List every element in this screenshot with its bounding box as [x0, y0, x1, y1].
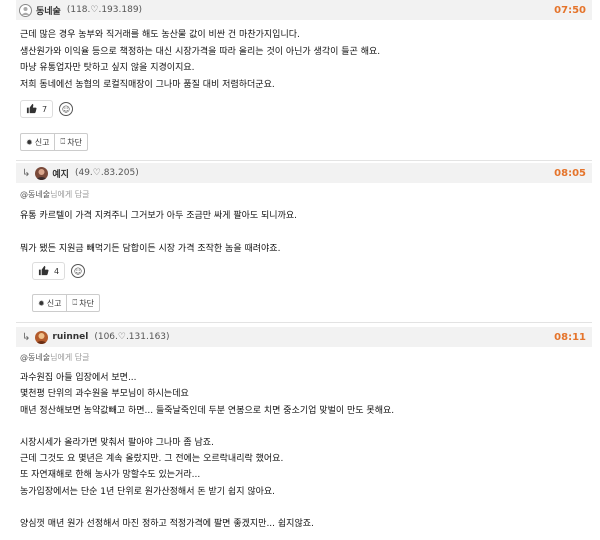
like-button[interactable]: 4: [32, 262, 66, 280]
comment-actions: ✹ 신고 ⍠ 차단: [32, 294, 100, 312]
reply-target-nick[interactable]: @동네술: [20, 353, 50, 362]
reply-target: @동네술님에게 답글: [20, 187, 590, 204]
block-button[interactable]: ⍠ 차단: [54, 134, 87, 150]
comment-header: ↳ 예지 (49.♡.83.205) 08:05: [16, 163, 592, 183]
comment-line: [20, 419, 590, 435]
like-button[interactable]: 7: [20, 100, 54, 118]
report-button[interactable]: ✹ 신고: [33, 295, 66, 311]
comment-actions: ✹ 신고 ⍠ 차단: [20, 133, 88, 151]
reply-target-suffix: 님에게 답글: [50, 190, 90, 199]
comment-header: 동네술 (118.♡.193.189) 07:50: [16, 0, 592, 20]
thumbs-up-icon: [38, 265, 49, 278]
comment-time: 08:11: [554, 331, 586, 343]
comment-line: 마냥 유통업자만 탓하고 싶지 않을 지경이지요.: [20, 63, 195, 73]
comment-line: [20, 224, 590, 241]
report-button[interactable]: ✹ 신고: [21, 134, 54, 150]
author-nickname[interactable]: ruinnel: [52, 332, 88, 342]
divider: [16, 322, 592, 323]
comment-line: 근데 그것도 요 몇년은 계속 올랐지만. 그 전에는 오르락내리락 했어요.: [20, 454, 284, 465]
reply-target: @동네술님에게 답글: [20, 350, 590, 366]
avatar[interactable]: [35, 166, 49, 180]
emoji-reaction-button[interactable]: ☺: [59, 102, 74, 116]
comment-line: 농가입장에서는 단순 1년 단위로 원가산정해서 돈 받기 쉽지 않아요.: [20, 486, 276, 497]
author-ip: (106.♡.131.163): [94, 332, 170, 342]
comment-header: ↳ ruinnel (106.♡.131.163) 08:11: [16, 327, 592, 347]
comment-body: @동네술님에게 답글 과수원집 아들 입장에서 보면... 몇천평 단위의 과수…: [20, 350, 590, 532]
reactions: 7 ☺: [20, 100, 74, 118]
avatar[interactable]: [19, 3, 32, 17]
like-count: 7: [42, 104, 48, 114]
like-count: 4: [54, 266, 60, 276]
reply-target-suffix: 님에게 답글: [50, 353, 90, 362]
author-ip: (118.♡.193.189): [66, 5, 143, 15]
comment-line: [20, 500, 590, 516]
comment-line: 몇천평 단위의 과수원을 부모님이 하시는데요: [20, 389, 189, 400]
user-avatar-icon: [35, 168, 49, 180]
thumbs-up-icon: [26, 103, 37, 116]
author-ip: (49.♡.83.205): [74, 168, 139, 178]
comment-line: 저희 동네에선 농협의 로컬직매장이 그나마 품질 대비 저렴하더군요.: [20, 79, 275, 90]
reactions: 4 ☺: [32, 262, 86, 280]
report-label: 신고: [34, 137, 50, 147]
comment-line: 또 자연재해로 한해 농사가 망할수도 있는거라...: [20, 470, 201, 481]
smiley-icon: ☺: [61, 104, 71, 114]
block-user-icon: ⍠: [72, 298, 78, 307]
reply-target-nick[interactable]: @동네술: [20, 190, 50, 199]
comment-line: 양심껏 매년 원가 선정해서 마진 정하고 적정가격에 팔면 좋겠지만... 쉽…: [20, 519, 314, 529]
comment-line: 시장시세가 올라가면 맞춰서 팔아야 그나마 좀 남죠.: [20, 438, 214, 448]
smiley-icon: ☺: [73, 266, 83, 276]
block-label: 차단: [79, 298, 94, 308]
user-avatar-icon: [35, 332, 49, 344]
block-button[interactable]: ⍠ 차단: [66, 295, 99, 311]
user-avatar-icon: [21, 6, 30, 15]
comment-line: 유통 카르텔이 가격 지켜주니 그거보가 아두 조금만 싸게 팔아도 되니까요.: [20, 210, 298, 221]
block-user-icon: ⍠: [60, 137, 66, 146]
divider: [16, 160, 592, 161]
comment-line: 근데 많은 경우 농부와 직거래를 해도 농산물 값이 비싼 건 마찬가지입니다…: [20, 30, 300, 40]
siren-icon: ✹: [38, 298, 45, 308]
report-label: 신고: [46, 298, 62, 308]
avatar[interactable]: [35, 330, 49, 344]
comment-line: 생산원가와 이익율 등으로 책정하는 대신 시장가격을 따라 올리는 것이 아닌…: [20, 46, 381, 57]
comment-time: 08:05: [554, 167, 586, 179]
author-nickname[interactable]: 동네술: [36, 4, 61, 17]
reply-arrow-icon: ↳: [22, 331, 31, 343]
comment-line: 매년 정산해보면 농약값빼고 하면... 들죽날죽인데 두분 연봉으로 치면 중…: [20, 405, 395, 416]
comment-line: 뭐가 됐든 지원금 빼먹기든 담합이든 시장 가격 조작한 놈을 때려야죠.: [20, 243, 281, 254]
author-nickname[interactable]: 예지: [52, 167, 69, 180]
comment-time: 07:50: [554, 4, 586, 16]
comment-body: 근데 많은 경우 농부와 직거래를 해도 농산물 값이 비싼 건 마찬가지입니다…: [20, 27, 590, 93]
comment-line: 과수원집 아들 입장에서 보면...: [20, 373, 137, 384]
emoji-reaction-button[interactable]: ☺: [71, 264, 86, 278]
reply-arrow-icon: ↳: [22, 167, 31, 179]
comment-body: @동네술님에게 답글 유통 카르텔이 가격 지켜주니 그거보가 아두 조금만 싸…: [20, 187, 590, 257]
siren-icon: ✹: [26, 137, 33, 147]
block-label: 차단: [67, 137, 82, 147]
